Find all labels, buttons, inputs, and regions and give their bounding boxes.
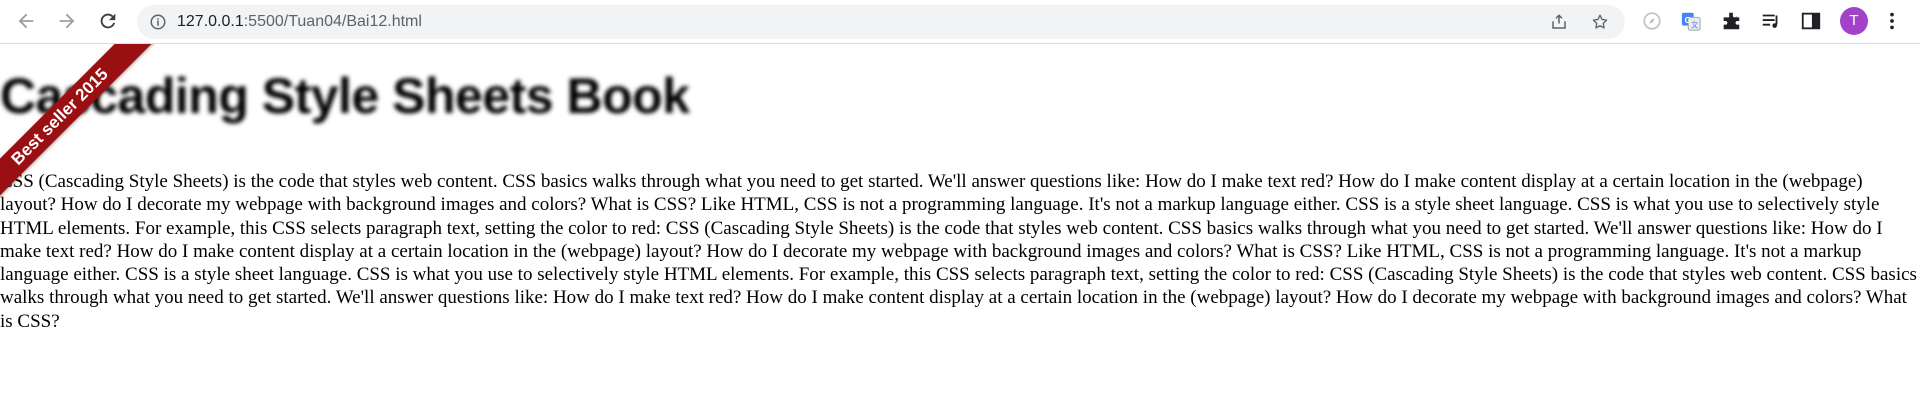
url-host: 127.0.0.1 [177, 13, 244, 30]
reload-button[interactable] [94, 7, 122, 35]
back-button[interactable] [12, 7, 40, 35]
side-panel-icon[interactable] [1799, 9, 1823, 33]
forward-button[interactable] [53, 7, 81, 35]
bookmark-star-icon[interactable] [1591, 13, 1609, 31]
page-heading: Cascading Style Sheets Book [0, 68, 690, 124]
share-icon[interactable] [1550, 13, 1568, 31]
arrow-right-icon [59, 13, 75, 29]
profile-avatar[interactable]: T [1840, 7, 1868, 35]
reload-icon [100, 13, 116, 29]
address-bar[interactable]: 127.0.0.1:5500/Tuan04/Bai12.html [137, 5, 1625, 39]
more-vertical-icon[interactable] [1880, 9, 1904, 33]
web-page: Cascading Style Sheets Book CSS (Cascadi… [0, 44, 1920, 407]
body-paragraph: CSS (Cascading Style Sheets) is the code… [0, 171, 1917, 332]
browser-toolbar: 127.0.0.1:5500/Tuan04/Bai12.html G文 T [0, 0, 1920, 44]
svg-text:G: G [1685, 16, 1691, 25]
extension-compass-icon[interactable] [1640, 9, 1664, 33]
url-path: :5500/Tuan04/Bai12.html [243, 13, 422, 30]
svg-text:文: 文 [1691, 20, 1699, 29]
url-text[interactable]: 127.0.0.1:5500/Tuan04/Bai12.html [177, 5, 422, 39]
info-icon[interactable] [149, 13, 167, 31]
media-playlist-icon[interactable] [1759, 9, 1783, 33]
arrow-left-icon [18, 13, 34, 29]
google-translate-icon[interactable]: G文 [1679, 9, 1703, 33]
extensions-puzzle-icon[interactable] [1719, 9, 1743, 33]
